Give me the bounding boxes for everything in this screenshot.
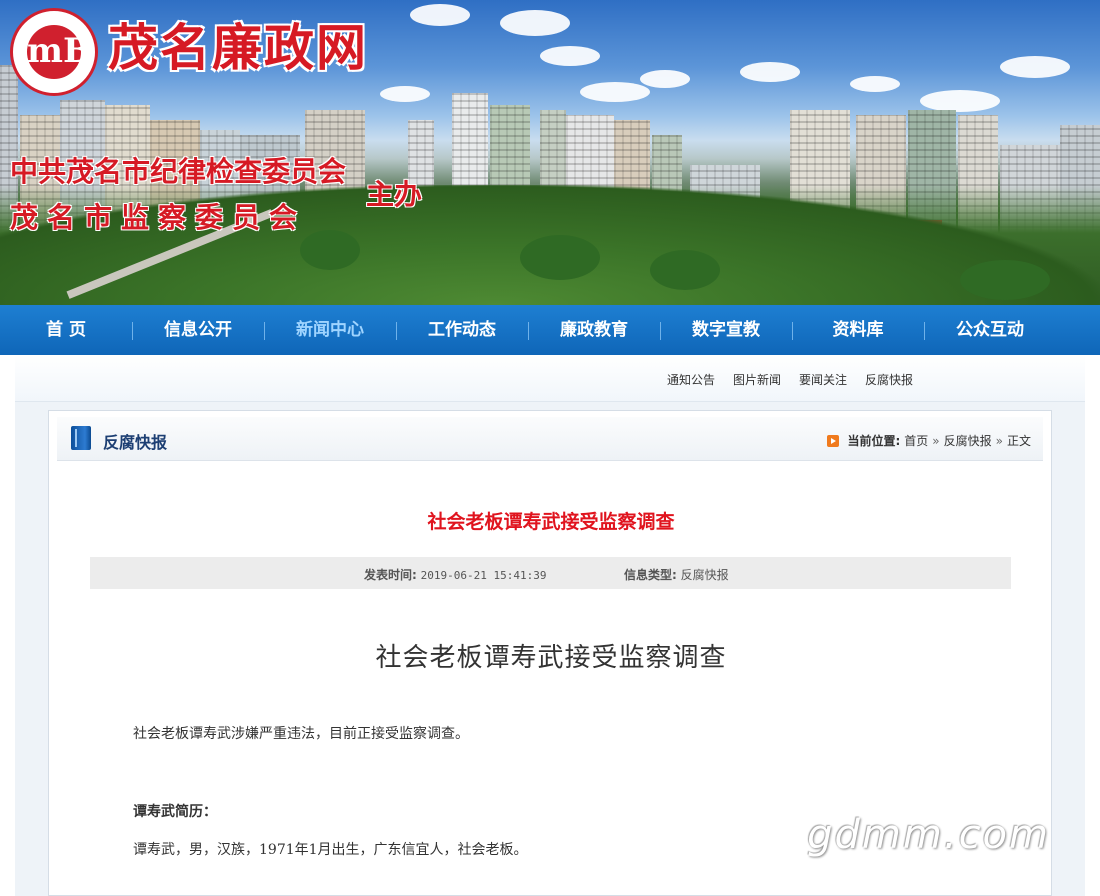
nav-label: 新闻中心 xyxy=(296,320,364,340)
article-subheading: 谭寿武简历： xyxy=(133,804,217,820)
main-nav: 首 页 信息公开 新闻中心 工作动态 廉政教育 数字宣教 资料库 公众互动 xyxy=(0,305,1100,355)
nav-item-work-updates[interactable]: 工作动态 xyxy=(396,305,529,355)
publish-time-value: 2019-06-21 15:41:39 xyxy=(420,569,547,582)
nav-label: 公众互动 xyxy=(956,320,1024,340)
subnav-bar: 通知公告 图片新闻 要闻关注 反腐快报 xyxy=(15,355,1085,402)
article-meta: 发表时间: 2019-06-21 15:41:39 信息类型: 反腐快报 xyxy=(90,557,1011,589)
logo-emblem: mB xyxy=(27,25,92,79)
cloud xyxy=(410,4,470,26)
nav-item-news-center[interactable]: 新闻中心 xyxy=(264,305,397,355)
nav-item-info-disclosure[interactable]: 信息公开 xyxy=(132,305,265,355)
subnav-item-notices[interactable]: 通知公告 xyxy=(667,371,715,388)
site-logo[interactable]: mB xyxy=(10,8,98,96)
cloud xyxy=(850,76,900,92)
nav-label: 资料库 xyxy=(832,320,884,340)
cloud xyxy=(740,62,800,82)
cloud xyxy=(920,90,1000,112)
info-type: 信息类型: 反腐快报 xyxy=(624,566,729,583)
nav-label: 工作动态 xyxy=(428,320,496,340)
publish-time: 发表时间: 2019-06-21 15:41:39 xyxy=(364,566,546,583)
breadcrumb-section[interactable]: 反腐快报 xyxy=(944,432,992,449)
breadcrumb-separator: » xyxy=(995,433,1003,448)
cloud xyxy=(580,82,650,102)
subnav-item-photo-news[interactable]: 图片新闻 xyxy=(733,371,781,388)
tree xyxy=(960,260,1050,300)
publish-time-label: 发表时间: xyxy=(364,568,417,582)
nav-item-archive[interactable]: 资料库 xyxy=(792,305,925,355)
article-paragraph: 谭寿武，男，汉族，1971年1月出生，广东信宜人，社会老板。 xyxy=(133,842,528,858)
nav-label: 首 页 xyxy=(46,320,86,340)
tree xyxy=(650,250,720,290)
cloud xyxy=(1000,56,1070,78)
tree xyxy=(300,230,360,270)
org-line-1: 中共茂名市纪律检查委员会 xyxy=(10,155,347,188)
subnav-item-anticorruption-news[interactable]: 反腐快报 xyxy=(865,371,913,388)
article-title: 社会老板谭寿武接受监察调查 xyxy=(427,511,675,533)
cloud xyxy=(640,70,690,88)
nav-item-integrity-education[interactable]: 廉政教育 xyxy=(528,305,661,355)
breadcrumb-label: 当前位置: xyxy=(847,434,901,448)
nav-item-public-interaction[interactable]: 公众互动 xyxy=(924,305,1056,355)
cloud xyxy=(540,46,600,66)
cloud xyxy=(500,10,570,36)
org-line-2: 茂名市监察委员会 xyxy=(10,201,307,234)
nav-label: 廉政教育 xyxy=(560,320,628,340)
org-host: 主办 xyxy=(366,178,423,211)
cloud xyxy=(380,86,430,102)
book-icon xyxy=(71,426,91,450)
article-paragraph: 社会老板谭寿武涉嫌严重违法，目前正接受监察调查。 xyxy=(133,726,469,742)
nav-item-digital-education[interactable]: 数字宣教 xyxy=(660,305,793,355)
subnav-item-headlines[interactable]: 要闻关注 xyxy=(799,371,847,388)
section-title: 反腐快报 xyxy=(103,433,168,452)
tree xyxy=(520,235,600,280)
header-banner: mB 茂名廉政网 中共茂名市纪律检查委员会 茂名市监察委员会 主办 xyxy=(0,0,1100,305)
info-type-value: 反腐快报 xyxy=(680,568,729,582)
watermark: gdmm.com xyxy=(807,812,1050,858)
site-title: 茂名廉政网 xyxy=(108,19,368,77)
nav-label: 数字宣教 xyxy=(692,320,760,340)
article-headline: 社会老板谭寿武接受监察调查 xyxy=(375,643,727,673)
play-icon xyxy=(827,434,840,447)
breadcrumb-separator: » xyxy=(932,433,940,448)
subnav: 通知公告 图片新闻 要闻关注 反腐快报 xyxy=(667,371,913,388)
nav-item-home[interactable]: 首 页 xyxy=(0,305,133,355)
logo-mark: mB xyxy=(27,31,92,71)
nav-label: 信息公开 xyxy=(164,320,232,340)
breadcrumb: 当前位置: 首页 » 反腐快报 » 正文 xyxy=(827,432,1031,449)
breadcrumb-current: 正文 xyxy=(1006,434,1031,448)
breadcrumb-home[interactable]: 首页 xyxy=(904,432,928,449)
info-type-label: 信息类型: xyxy=(624,568,677,582)
panel-header: 反腐快报 当前位置: 首页 » 反腐快报 » 正文 xyxy=(57,417,1043,461)
